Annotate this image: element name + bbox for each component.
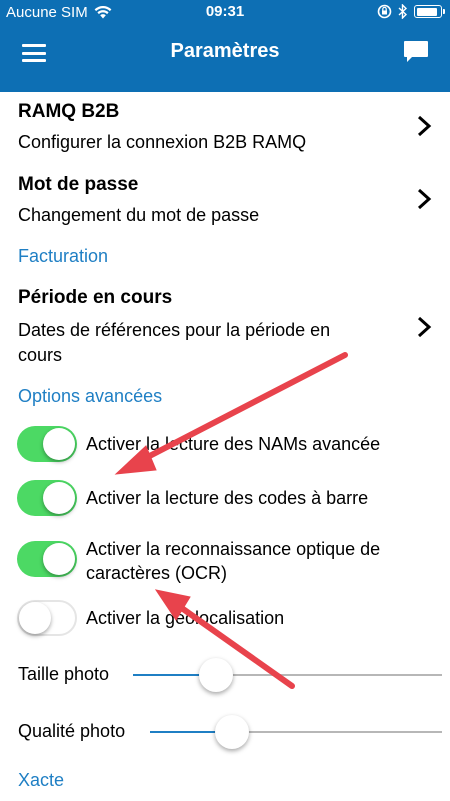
toggle-row-nam: Activer la lecture des NAMs avancée [0,426,450,466]
photo-size-slider[interactable] [133,658,442,692]
toggle-switch[interactable] [17,541,77,577]
toggle-switch[interactable] [17,480,77,516]
setting-subtitle: Configurer la connexion B2B RAMQ [18,132,307,152]
rotation-lock-icon [377,4,392,19]
chevron-right-icon [417,188,432,210]
setting-subtitle: Changement du mot de passe [18,205,260,225]
setting-subtitle: Dates de références pour la période en c… [18,320,331,365]
battery-fill [416,7,438,16]
setting-password[interactable]: Mot de passe Changement du mot de passe [0,164,450,236]
setting-title: RAMQ B2B [18,101,120,122]
status-right [377,4,445,19]
toggle-label: Activer la lecture des codes à barre [86,488,369,508]
toggle-row-geolocation: Activer la géolocalisation [0,600,450,640]
nav-bar: Paramètres [0,26,450,92]
slider-label: Taille photo [18,664,110,684]
section-xacte: Xacte [18,770,65,790]
toggle-row-ocr: Activer la reconnaissance optique de car… [0,537,450,587]
chat-icon[interactable] [402,38,430,66]
toggle-label: Activer la géolocalisation [86,608,285,628]
toggle-row-barcode: Activer la lecture des codes à barre [0,480,450,520]
chevron-right-icon [417,115,432,137]
page-title: Paramètres [170,40,280,62]
photo-quality-slider[interactable] [150,715,442,749]
slider-label: Qualité photo [18,721,126,741]
setting-title: Mot de passe [18,174,139,195]
app-header: Aucune SIM 09:31 Paramètres [0,0,450,92]
section-billing: Facturation [18,246,109,266]
status-bar: Aucune SIM 09:31 [0,0,450,26]
slider-row-photo-quality: Qualité photo [0,714,450,750]
section-advanced-options: Options avancées [18,386,163,406]
slider-row-photo-size: Taille photo [0,657,450,693]
toggle-switch[interactable] [17,600,77,636]
chevron-right-icon [417,316,432,338]
toggle-label: Activer la lecture des NAMs avancée [86,434,381,454]
slider-thumb[interactable] [199,658,234,692]
toggle-label: Activer la reconnaissance optique de car… [86,539,381,583]
setting-ramq-b2b[interactable]: RAMQ B2B Configurer la connexion B2B RAM… [0,92,450,162]
setting-title: Période en cours [18,287,173,308]
setting-current-period[interactable]: Période en cours Dates de références pou… [0,282,450,365]
battery-icon [414,5,445,18]
toggle-switch[interactable] [17,426,77,462]
slider-thumb[interactable] [214,715,249,749]
bluetooth-icon [398,4,408,19]
